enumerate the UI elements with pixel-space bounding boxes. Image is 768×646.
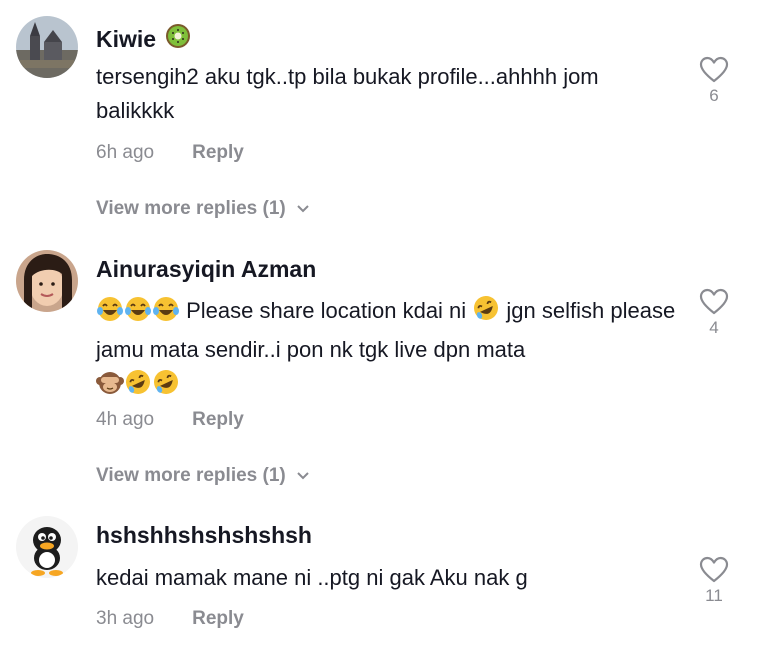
view-more-label: View more replies (1) xyxy=(96,198,286,219)
heart-icon xyxy=(690,288,738,316)
comment-time: 4h ago xyxy=(96,409,155,430)
avatar[interactable] xyxy=(16,16,78,78)
tears-of-joy-icon xyxy=(124,295,152,333)
username-text: Kiwie xyxy=(96,25,157,52)
like-count: 11 xyxy=(705,586,723,605)
emoji-group xyxy=(96,368,180,406)
comment-text: kedai mamak mane ni ..ptg ni gak Aku nak… xyxy=(96,565,528,590)
reply-button[interactable]: Reply xyxy=(192,409,244,431)
like-button[interactable]: 11 xyxy=(690,556,738,606)
comment-text: tersengih2 aku tgk..tp bila bukak profil… xyxy=(96,64,599,123)
tears-of-joy-icon xyxy=(96,295,124,333)
comment-meta: 3h ago Reply xyxy=(96,608,244,630)
like-button[interactable]: 6 xyxy=(690,56,738,106)
comment-meta: 6h ago Reply xyxy=(96,142,244,164)
view-more-replies-button[interactable]: View more replies (1) xyxy=(96,198,310,220)
chevron-down-icon xyxy=(296,198,310,220)
kiwi-fruit-icon xyxy=(164,22,192,56)
rolling-laughing-icon xyxy=(124,368,152,406)
comment-time: 3h ago xyxy=(96,608,155,629)
username[interactable]: hshshhshshshshsh xyxy=(96,522,312,549)
username-text: Ainurasyiqin Azman xyxy=(96,256,317,282)
comment-time: 6h ago xyxy=(96,142,155,163)
username[interactable]: Kiwie xyxy=(96,22,192,56)
like-count: 4 xyxy=(709,318,719,337)
heart-icon xyxy=(690,556,738,584)
view-more-label: View more replies (1) xyxy=(96,465,286,486)
reply-button[interactable]: Reply xyxy=(192,608,244,630)
username-text: hshshhshshshshsh xyxy=(96,522,312,548)
rolling-laughing-icon xyxy=(152,368,180,406)
emoji-group xyxy=(96,295,180,333)
username[interactable]: Ainurasyiqin Azman xyxy=(96,256,316,283)
reply-button[interactable]: Reply xyxy=(192,142,244,164)
rolling-laughing-icon xyxy=(472,294,500,332)
see-no-evil-monkey-icon xyxy=(96,368,124,406)
like-button[interactable]: 4 xyxy=(690,288,738,338)
avatar[interactable] xyxy=(16,250,78,312)
avatar[interactable] xyxy=(16,516,78,578)
tears-of-joy-icon xyxy=(152,295,180,333)
comment-text-part: Please share location kdai ni xyxy=(180,298,473,323)
like-count: 6 xyxy=(709,86,719,105)
comment-meta: 4h ago Reply xyxy=(96,409,244,431)
heart-icon xyxy=(690,56,738,84)
comment-text: Please share location kdai ni jgn selfis… xyxy=(96,294,676,406)
view-more-replies-button[interactable]: View more replies (1) xyxy=(96,465,310,487)
chevron-down-icon xyxy=(296,465,310,487)
